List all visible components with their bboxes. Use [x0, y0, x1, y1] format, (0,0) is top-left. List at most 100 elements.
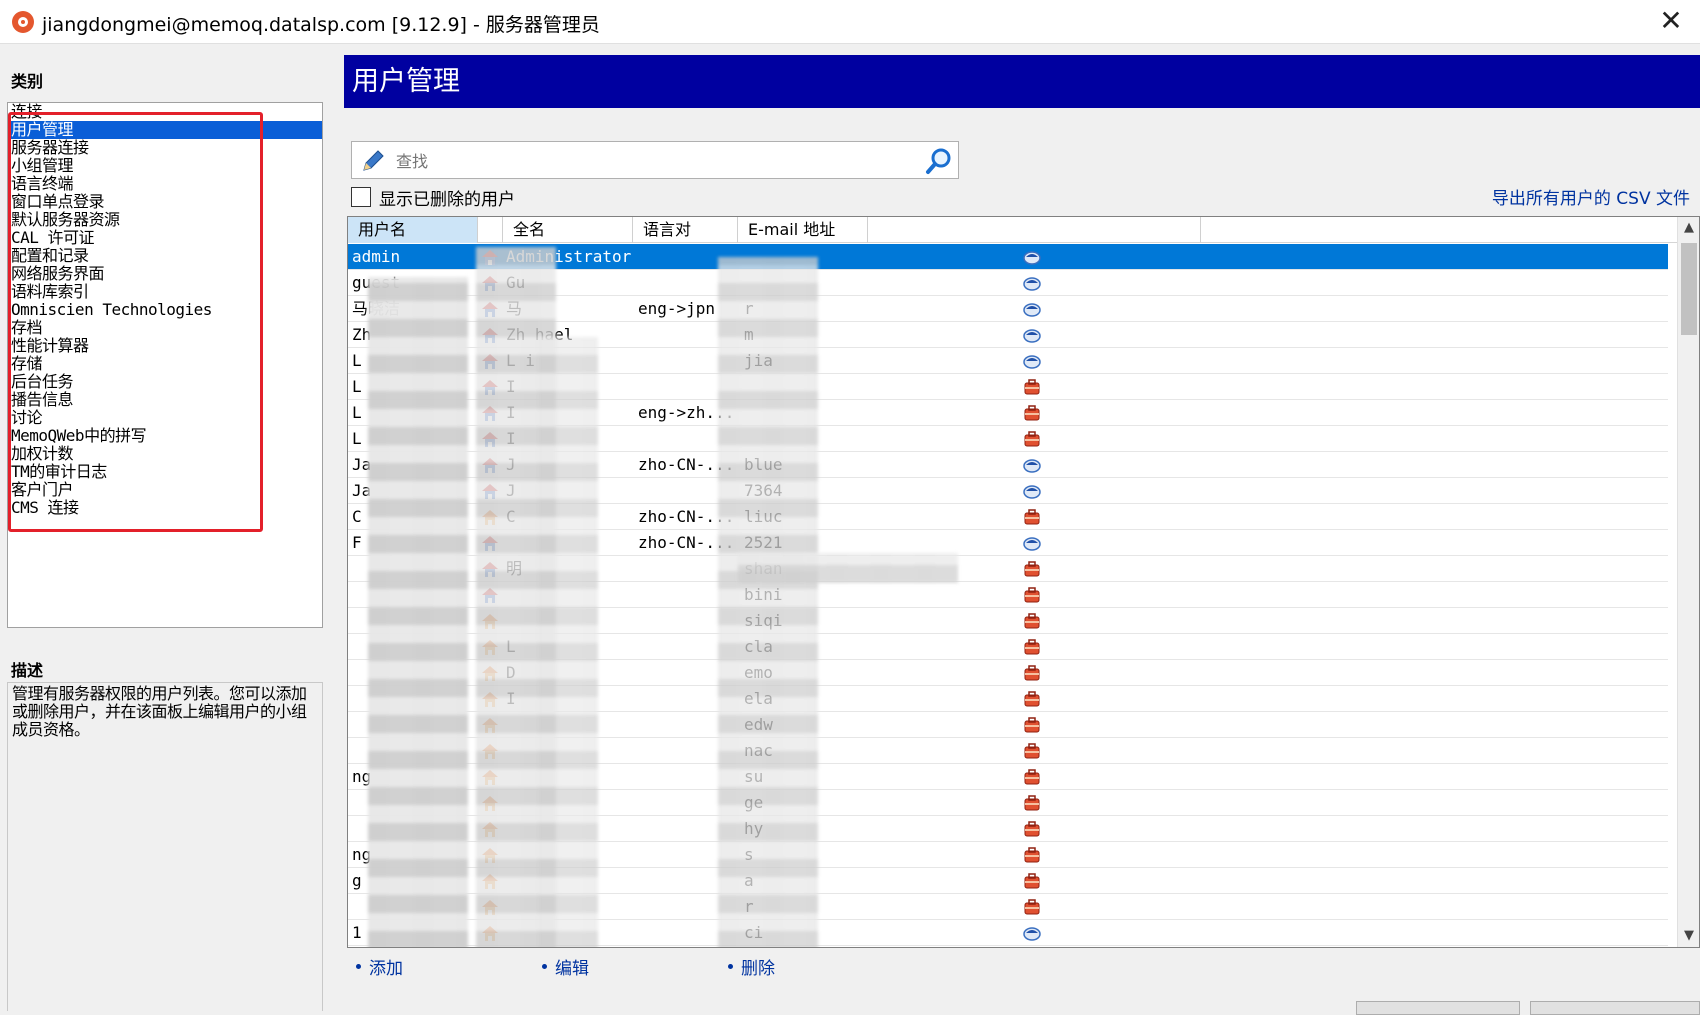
show-deleted-checkbox[interactable] [351, 187, 371, 207]
category-item[interactable]: 用户管理 [8, 121, 322, 139]
home-icon [481, 842, 503, 868]
table-row[interactable]: Zh Zh hael m [348, 322, 1668, 348]
title-bar: jiangdongmei@memoq.datalsp.com [9.12.9] … [0, 0, 1700, 44]
table-row[interactable]: r [348, 894, 1668, 920]
category-list[interactable]: 连接 用户管理 服务器连接 小组管理 语言终端 窗口单点登录 默认服务器资源 CAL 许可证配… [7, 102, 323, 628]
column-home[interactable] [478, 217, 503, 243]
table-row[interactable]: bini [348, 582, 1668, 608]
category-item[interactable]: 语料库索引 [8, 283, 322, 301]
table-row[interactable]: Ja J 7364 [348, 478, 1668, 504]
table-row[interactable]: L L i jia [348, 348, 1668, 374]
cell-email: hy [744, 819, 764, 838]
table-row[interactable]: ng su [348, 764, 1668, 790]
table-row[interactable]: ga [348, 868, 1668, 894]
table-row[interactable]: L Ieng->zh... [348, 400, 1668, 426]
category-item[interactable]: CMS 连接 [8, 499, 322, 517]
user-table: 用户名 全名 语言对 E-mail 地址 admin Administrator g… [347, 216, 1700, 948]
table-row[interactable]: edw [348, 712, 1668, 738]
cell-fullname: 明 [506, 559, 523, 578]
scroll-down-icon[interactable]: ▼ [1678, 925, 1699, 947]
table-row[interactable]: C Czho-CN-... liuc [348, 504, 1668, 530]
table-row[interactable]: Demo [348, 660, 1668, 686]
cloud-user-type-icon [1023, 296, 1047, 322]
category-item[interactable]: 讨论 [8, 409, 322, 427]
table-row[interactable]: Fzho-CN-... 2521 [348, 530, 1668, 556]
column-email[interactable]: E-mail 地址 [738, 217, 868, 243]
cell-username: 1 [352, 923, 362, 942]
search-icon[interactable] [924, 146, 954, 176]
category-item[interactable]: MemoQWeb中的拼写 [8, 427, 322, 445]
category-item[interactable]: TM的审计日志 [8, 463, 322, 481]
cell-fullname: I [506, 429, 516, 448]
category-item[interactable]: 客户门户 [8, 481, 322, 499]
show-deleted-toggle[interactable]: 显示已删除的用户 [351, 186, 515, 210]
close-icon[interactable]: ✕ [1656, 6, 1686, 36]
table-row[interactable]: 明 shan [348, 556, 1668, 582]
column-username[interactable]: 用户名 [348, 217, 478, 243]
cell-username: Ja [352, 481, 372, 500]
home-icon [481, 608, 503, 634]
vertical-scrollbar[interactable]: ▲ ▼ [1677, 217, 1699, 947]
category-item[interactable]: 服务器连接 [8, 139, 322, 157]
bag-user-type-icon [1023, 374, 1047, 400]
home-icon [481, 634, 503, 660]
table-row[interactable]: 1 ci [348, 920, 1668, 946]
cell-username: ng [352, 767, 372, 786]
bag-user-type-icon [1023, 738, 1047, 764]
table-row[interactable]: admin Administrator [348, 244, 1668, 270]
cell-language-pair [638, 660, 738, 686]
column-extra[interactable] [868, 217, 1201, 243]
cell-fullname: L i [506, 351, 535, 370]
cell-username [352, 634, 480, 660]
bottom-button-1[interactable] [1356, 1001, 1520, 1015]
table-body: admin Administrator guest Gu 马晓洁 马 eng->jpn r Zh… [348, 244, 1668, 946]
table-row[interactable]: LI [348, 374, 1668, 400]
cell-email: ge [744, 793, 764, 812]
table-row[interactable]: Ja Jzho-CN-... blue [348, 452, 1668, 478]
edit-label: 编辑 [555, 959, 589, 979]
cell-email: shan [744, 559, 783, 578]
category-item[interactable]: 网络服务界面 [8, 265, 322, 283]
category-item[interactable]: 加权计数 [8, 445, 322, 463]
scroll-thumb[interactable] [1681, 243, 1697, 335]
table-row[interactable]: ge [348, 790, 1668, 816]
category-item[interactable]: 播告信息 [8, 391, 322, 409]
cell-email [744, 400, 1004, 426]
home-icon [481, 322, 503, 348]
table-row[interactable]: nac [348, 738, 1668, 764]
category-item[interactable]: 性能计算器 [8, 337, 322, 355]
category-item[interactable]: 语言终端 [8, 175, 322, 193]
column-language-pair[interactable]: 语言对 [633, 217, 738, 243]
category-item[interactable]: 默认服务器资源 [8, 211, 322, 229]
column-fullname[interactable]: 全名 [503, 217, 633, 243]
category-item[interactable]: 连接 [8, 103, 322, 121]
table-row[interactable]: Lcla [348, 634, 1668, 660]
category-item[interactable]: 后台任务 [8, 373, 322, 391]
category-item[interactable]: 配置和记录 [8, 247, 322, 265]
table-row[interactable]: Iela [348, 686, 1668, 712]
delete-user-button[interactable]: 删除 [728, 954, 775, 979]
cell-username: F [352, 533, 362, 552]
search-input[interactable] [396, 150, 866, 172]
table-row[interactable]: 马晓洁 马 eng->jpn r [348, 296, 1668, 322]
category-item[interactable]: CAL 许可证 [8, 229, 322, 247]
category-item[interactable]: 小组管理 [8, 157, 322, 175]
category-item[interactable]: 存档 [8, 319, 322, 337]
home-icon [481, 712, 503, 738]
table-row[interactable]: guest Gu [348, 270, 1668, 296]
bag-user-type-icon [1023, 582, 1047, 608]
category-item[interactable]: 窗口单点登录 [8, 193, 322, 211]
table-row[interactable]: ng s [348, 842, 1668, 868]
table-row[interactable]: LI [348, 426, 1668, 452]
edit-user-button[interactable]: 编辑 [542, 954, 589, 979]
table-row[interactable]: siqi [348, 608, 1668, 634]
cell-username: admin [352, 247, 401, 266]
table-row[interactable]: hy [348, 816, 1668, 842]
category-item[interactable]: 存储 [8, 355, 322, 373]
bottom-button-2[interactable] [1530, 1001, 1700, 1015]
export-csv-link[interactable]: 导出所有用户的 CSV 文件 [1492, 184, 1690, 209]
scroll-up-icon[interactable]: ▲ [1678, 217, 1699, 239]
home-icon [481, 790, 503, 816]
add-user-button[interactable]: 添加 [356, 954, 403, 979]
category-item[interactable]: Omniscien Technologies [8, 301, 322, 319]
